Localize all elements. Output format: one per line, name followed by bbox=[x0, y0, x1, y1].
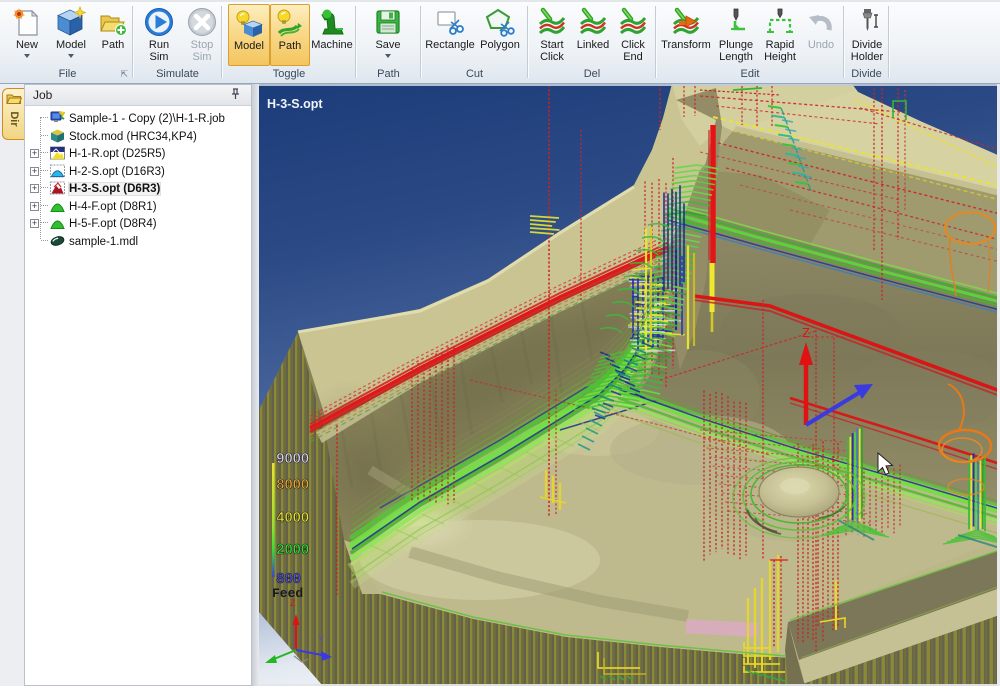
svg-text:8000: 8000 bbox=[276, 478, 309, 494]
svg-text:9000: 9000 bbox=[276, 452, 309, 468]
svg-text:H-3-S.opt: H-3-S.opt bbox=[267, 97, 323, 111]
svg-text:Z: Z bbox=[802, 325, 810, 340]
svg-text:Y: Y bbox=[318, 634, 324, 644]
svg-text:4000: 4000 bbox=[276, 511, 309, 527]
svg-text:Feed: Feed bbox=[272, 586, 303, 601]
svg-text:2000: 2000 bbox=[276, 543, 309, 559]
